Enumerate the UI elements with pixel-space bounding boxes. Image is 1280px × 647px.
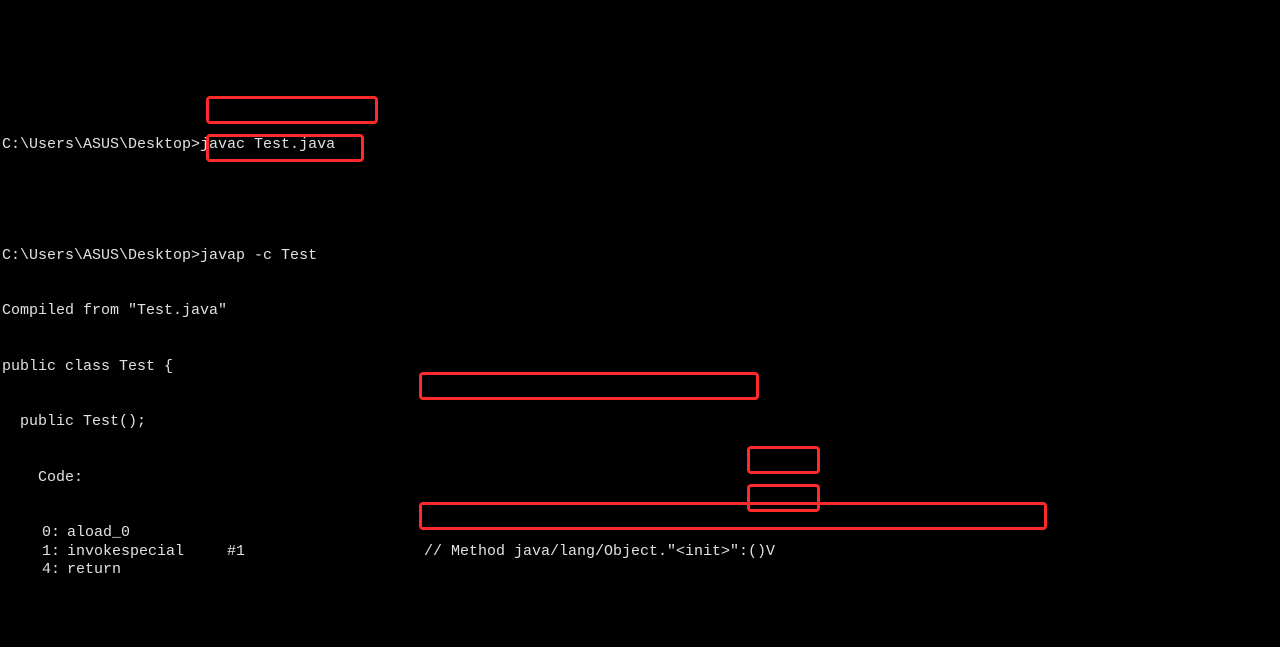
- bytecode-line: 4:return: [2, 561, 1280, 580]
- prompt-line-2: C:\Users\ASUS\Desktop>javap -c Test: [2, 247, 1280, 266]
- operand: [227, 561, 424, 580]
- operand: [227, 524, 424, 543]
- prompt: C:\Users\ASUS\Desktop>: [2, 136, 200, 155]
- highlight-append-2: [747, 484, 820, 512]
- cmd-javac: javac Test.java: [200, 136, 335, 155]
- pc: 4:: [2, 561, 60, 580]
- highlight-javac: [206, 96, 378, 124]
- terminal[interactable]: C:\Users\ASUS\Desktop>javac Test.java C:…: [0, 93, 1280, 647]
- pc: 0:: [2, 524, 60, 543]
- class-decl: public class Test {: [2, 358, 1280, 377]
- prompt: C:\Users\ASUS\Desktop>: [2, 247, 200, 266]
- opcode: aload_0: [60, 524, 227, 543]
- comment: // Method java/lang/Object."<init>":()V: [424, 543, 775, 562]
- pc: 1:: [2, 543, 60, 562]
- opcode: return: [60, 561, 227, 580]
- blank: [2, 191, 1280, 210]
- highlight-new-sb: [419, 372, 759, 400]
- operand: #1: [227, 543, 424, 562]
- bytecode-line: 0:aload_0: [2, 524, 1280, 543]
- code-label: Code:: [2, 469, 1280, 488]
- ctor-bytecode: 0:aload_01:invokespecial#1// Method java…: [2, 524, 1280, 580]
- ctor-sig: public Test();: [2, 413, 1280, 432]
- bytecode-line: 1:invokespecial#1// Method java/lang/Obj…: [2, 543, 1280, 562]
- compiled-from: Compiled from "Test.java": [2, 302, 1280, 321]
- blank: [2, 617, 1280, 636]
- prompt-line-1: C:\Users\ASUS\Desktop>javac Test.java: [2, 136, 1280, 155]
- cmd-javap: javap -c Test: [200, 247, 317, 266]
- opcode: invokespecial: [60, 543, 227, 562]
